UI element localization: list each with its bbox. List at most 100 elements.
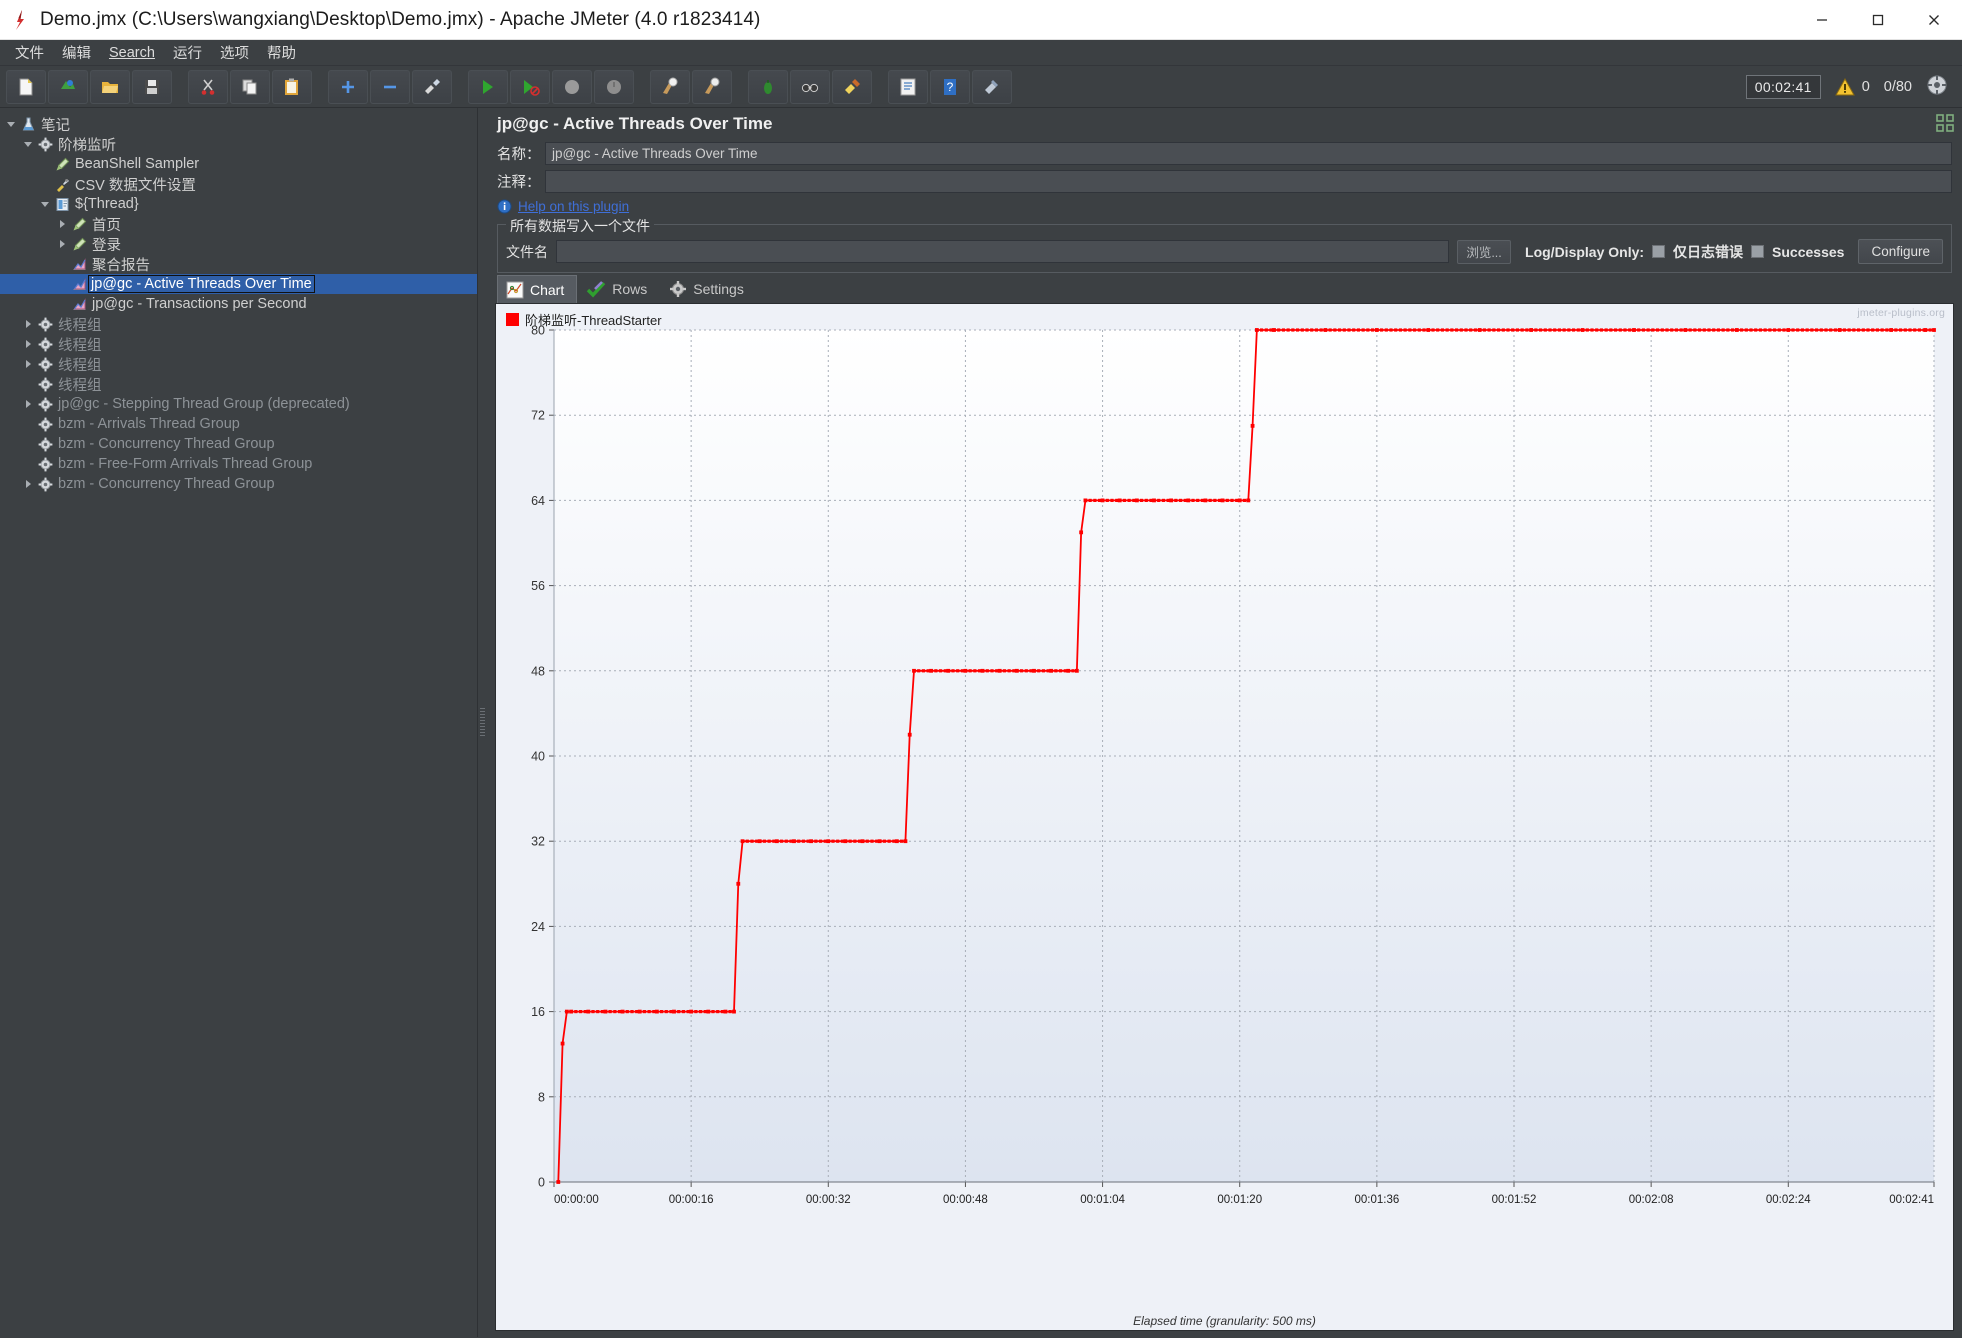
window-title-text: Demo.jmx (C:\Users\wangxiang\Desktop\Dem… (40, 8, 761, 30)
new-icon[interactable] (6, 69, 46, 104)
start-icon[interactable] (468, 69, 508, 104)
open-icon[interactable] (90, 69, 130, 104)
chevron-right-icon[interactable] (21, 359, 35, 369)
x-axis-label: Elapsed time (granularity: 500 ms) (1133, 1314, 1316, 1328)
sampler-icon (52, 157, 72, 172)
tab-rows[interactable]: Rows (577, 275, 660, 303)
testplan-icon (18, 117, 38, 132)
browse-button[interactable]: 浏览... (1457, 239, 1512, 264)
close-button[interactable] (1906, 0, 1962, 40)
tree-item[interactable]: jp@gc - Active Threads Over Time (0, 274, 477, 294)
test-plan-tree[interactable]: 笔记 阶梯监听 BeanShell Sampler CSV 数据文件设置 ${Threa… (0, 108, 477, 494)
tree-item-label: 线程组 (58, 317, 102, 334)
gear-icon (670, 281, 687, 297)
chevron-right-icon[interactable] (55, 239, 69, 249)
tree-item[interactable]: bzm - Concurrency Thread Group (0, 474, 477, 494)
tree-item[interactable]: 登录 (0, 234, 477, 254)
toggle-icon[interactable] (412, 69, 452, 104)
tree-item[interactable]: bzm - Free-Form Arrivals Thread Group (0, 454, 477, 474)
templates-icon[interactable] (48, 69, 88, 104)
tree-item[interactable]: 线程组 (0, 374, 477, 394)
name-input[interactable]: jp@gc - Active Threads Over Time (545, 141, 1952, 165)
copy-icon[interactable] (230, 69, 270, 104)
chevron-down-icon[interactable] (21, 139, 35, 149)
elapsed-timer: 00:02:41 (1745, 74, 1821, 99)
listener-icon (69, 277, 89, 292)
tab-chart[interactable]: Chart (497, 275, 578, 303)
tab-settings[interactable]: Settings (660, 275, 757, 303)
tree-item[interactable]: 线程组 (0, 314, 477, 334)
tree-item[interactable]: 笔记 (0, 114, 477, 134)
panel-splitter[interactable] (478, 108, 487, 1337)
menu-run[interactable]: 运行 (164, 42, 211, 64)
test-plan-tree-panel: 笔记 阶梯监听 BeanShell Sampler CSV 数据文件设置 ${Threa… (0, 108, 478, 1337)
tree-item[interactable]: 阶梯监听 (0, 134, 477, 154)
x-tick-label: 00:02:24 (1766, 1194, 1811, 1206)
successes-checkbox[interactable] (1751, 245, 1765, 258)
cut-icon[interactable] (188, 69, 228, 104)
help-icon[interactable]: ? (930, 69, 970, 104)
tree-item[interactable]: bzm - Arrivals Thread Group (0, 414, 477, 434)
configure-button[interactable]: Configure (1858, 239, 1943, 264)
tree-item[interactable]: 聚合报告 (0, 254, 477, 274)
tree-item[interactable]: 线程组 (0, 334, 477, 354)
tree-item[interactable]: 首页 (0, 214, 477, 234)
menu-options[interactable]: 选项 (211, 42, 258, 64)
clear-icon[interactable] (748, 69, 788, 104)
chevron-down-icon[interactable] (38, 199, 52, 209)
help-on-plugin-link[interactable]: Help on this plugin (518, 199, 629, 214)
paste-icon[interactable] (272, 69, 312, 104)
tree-item[interactable]: jp@gc - Transactions per Second (0, 294, 477, 314)
menu-file[interactable]: 文件 (6, 42, 53, 64)
tree-item[interactable]: 线程组 (0, 354, 477, 374)
tree-item-label: bzm - Concurrency Thread Group (58, 476, 275, 492)
search-icon[interactable] (790, 69, 830, 104)
tree-item[interactable]: jp@gc - Stepping Thread Group (deprecate… (0, 394, 477, 414)
expand-all-icon[interactable] (328, 69, 368, 104)
shutdown-icon[interactable] (594, 69, 634, 104)
comment-field-row: 注释： (487, 168, 1962, 194)
chart-plot[interactable]: 0 8 16 24 32 40 48 56 64 72 80 00:00:00 00:00:16 00:0… (496, 304, 1940, 1234)
warning-indicator[interactable]: 0 (1834, 77, 1870, 96)
chevron-right-icon[interactable] (21, 339, 35, 349)
x-tick-label: 00:02:41 (1889, 1194, 1934, 1206)
gear-icon (35, 137, 55, 152)
thread-gauge-icon[interactable] (1926, 74, 1948, 100)
gear-icon (35, 477, 55, 492)
window-title-bar: Demo.jmx (C:\Users\wangxiang\Desktop\Dem… (0, 0, 1962, 40)
undo-icon[interactable] (972, 69, 1012, 104)
tree-item[interactable]: CSV 数据文件设置 (0, 174, 477, 194)
menu-search[interactable]: Search (100, 42, 164, 64)
listener-icon (69, 297, 89, 312)
x-tick-label: 00:00:16 (669, 1194, 714, 1206)
expand-panel-icon[interactable] (1934, 112, 1956, 138)
chevron-right-icon[interactable] (21, 399, 35, 409)
tree-item[interactable]: ${Thread} (0, 194, 477, 214)
chevron-down-icon[interactable] (4, 119, 18, 129)
tree-item-label: bzm - Arrivals Thread Group (58, 416, 240, 432)
x-tick-label: 00:02:08 (1629, 1194, 1674, 1206)
remote-stop-icon[interactable] (692, 69, 732, 104)
errors-checkbox[interactable] (1652, 245, 1666, 258)
chevron-right-icon[interactable] (55, 219, 69, 229)
maximize-button[interactable] (1850, 0, 1906, 40)
menu-help[interactable]: 帮助 (258, 42, 305, 64)
tree-item[interactable]: BeanShell Sampler (0, 154, 477, 174)
y-tick-label: 64 (531, 494, 545, 508)
listener-icon (69, 257, 89, 272)
save-icon[interactable] (132, 69, 172, 104)
tree-item[interactable]: bzm - Concurrency Thread Group (0, 434, 477, 454)
clear-all-icon[interactable] (832, 69, 872, 104)
chevron-right-icon[interactable] (21, 319, 35, 329)
filename-input[interactable] (556, 240, 1450, 263)
stop-icon[interactable] (552, 69, 592, 104)
start-no-timers-icon[interactable] (510, 69, 550, 104)
listener-tabs: Chart Rows Settings (487, 273, 1962, 303)
collapse-all-icon[interactable] (370, 69, 410, 104)
comment-input[interactable] (545, 169, 1952, 193)
minimize-button[interactable] (1794, 0, 1850, 40)
function-helper-icon[interactable] (888, 69, 928, 104)
menu-edit[interactable]: 编辑 (53, 42, 100, 64)
remote-start-icon[interactable] (650, 69, 690, 104)
chevron-right-icon[interactable] (21, 479, 35, 489)
